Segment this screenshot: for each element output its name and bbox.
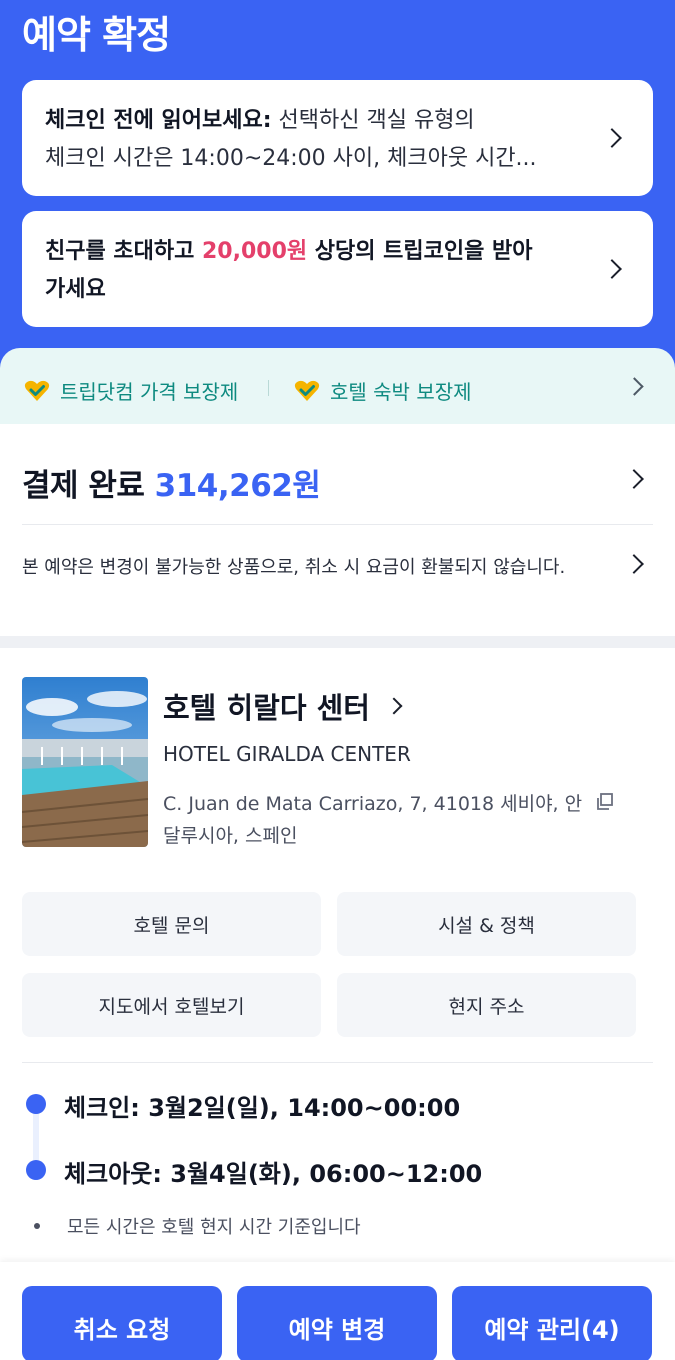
checkin-notice-card[interactable]: 체크인 전에 읽어보세요: 선택하신 객실 유형의 체크인 시간은 14:00~… xyxy=(22,80,653,196)
cancel-request-button[interactable]: 취소 요청 xyxy=(22,1286,222,1360)
hotel-name-label: 호텔 히랄다 센터 xyxy=(163,691,370,725)
chevron-right-icon xyxy=(602,259,622,279)
invite-text: 친구를 초대하고 20,000원 상당의 트립코인을 받아 가세요 xyxy=(45,233,585,309)
bullet xyxy=(34,1223,40,1229)
stay-guarantee-label: 호텔 숙박 보장제 xyxy=(330,380,472,404)
hotel-english-name: HOTEL GIRALDA CENTER xyxy=(163,742,411,766)
page-title: 예약 확정 xyxy=(22,13,171,57)
payment-amount: 314,262원 xyxy=(154,468,321,504)
chevron-right-icon[interactable] xyxy=(624,469,644,489)
checkout-dot xyxy=(26,1160,46,1180)
hotel-pool-image xyxy=(22,677,148,847)
invite-after: 상당의 트립코인을 받아 xyxy=(307,239,533,264)
chevron-right-icon xyxy=(625,377,644,396)
price-guarantee: 트립닷컴 가격 보장제 xyxy=(24,376,238,405)
timeline-line xyxy=(33,1108,39,1166)
checkin-notice-text: 체크인 전에 읽어보세요: 선택하신 객실 유형의 체크인 시간은 14:00~… xyxy=(45,102,585,178)
bottom-action-bar: 취소 요청 예약 변경 예약 관리(4) xyxy=(0,1262,675,1360)
guarantee-banner[interactable]: 트립닷컴 가격 보장제 호텔 숙박 보장제 xyxy=(0,348,675,424)
chevron-right-icon[interactable] xyxy=(624,554,644,574)
checkin-dot xyxy=(26,1094,46,1114)
local-address-button[interactable]: 현지 주소 xyxy=(337,973,636,1037)
chevron-right-icon xyxy=(385,697,403,715)
local-time-note: 모든 시간은 호텔 현지 시간 기준입니다 xyxy=(67,1217,361,1238)
invite-friend-card[interactable]: 친구를 초대하고 20,000원 상당의 트립코인을 받아 가세요 xyxy=(22,211,653,327)
heart-check-icon xyxy=(24,380,50,401)
invite-highlight: 20,000원 xyxy=(202,239,308,264)
refund-policy-note[interactable]: 본 예약은 변경이 불가능한 상품으로, 취소 시 요금이 환불되지 않습니다. xyxy=(22,552,582,584)
checkin-time: 체크인: 3월2일(일), 14:00~00:00 xyxy=(64,1094,461,1122)
hotel-name[interactable]: 호텔 히랄다 센터 xyxy=(163,685,403,727)
header-banner: 예약 확정 체크인 전에 읽어보세요: 선택하신 객실 유형의 체크인 시간은 … xyxy=(0,0,675,380)
checkin-notice-line1: 선택하신 객실 유형의 xyxy=(271,108,475,133)
checkin-notice-line2: 체크인 시간은 14:00~24:00 사이, 체크아웃 시간... xyxy=(45,146,537,171)
checkout-time: 체크아웃: 3월4일(화), 06:00~12:00 xyxy=(64,1160,483,1188)
stay-guarantee: 호텔 숙박 보장제 xyxy=(294,376,472,405)
hotel-photo[interactable] xyxy=(22,677,148,847)
copy-icon[interactable] xyxy=(595,792,615,812)
view-on-map-button[interactable]: 지도에서 호텔보기 xyxy=(22,973,321,1037)
invite-before: 친구를 초대하고 xyxy=(45,239,202,264)
payment-label: 결제 완료 xyxy=(22,468,155,504)
manage-booking-button[interactable]: 예약 관리(4) xyxy=(452,1286,652,1360)
chevron-right-icon xyxy=(602,128,622,148)
payment-section: 결제 완료 314,262원 본 예약은 변경이 불가능한 상품으로, 취소 시… xyxy=(0,424,675,636)
guarantee-separator xyxy=(268,380,269,396)
checkin-notice-bold: 체크인 전에 읽어보세요: xyxy=(45,108,272,133)
section-divider xyxy=(0,636,675,648)
change-booking-button[interactable]: 예약 변경 xyxy=(237,1286,437,1360)
payment-status[interactable]: 결제 완료 314,262원 xyxy=(22,460,321,505)
heart-check-icon xyxy=(294,380,320,401)
invite-line2: 가세요 xyxy=(45,277,106,302)
hotel-address: C. Juan de Mata Carriazo, 7, 41018 세비야, … xyxy=(163,793,583,847)
divider xyxy=(22,1062,653,1063)
facilities-policy-button[interactable]: 시설 & 정책 xyxy=(337,892,636,956)
divider xyxy=(22,524,653,525)
price-guarantee-label: 트립닷컴 가격 보장제 xyxy=(60,380,239,404)
hotel-inquiry-button[interactable]: 호텔 문의 xyxy=(22,892,321,956)
